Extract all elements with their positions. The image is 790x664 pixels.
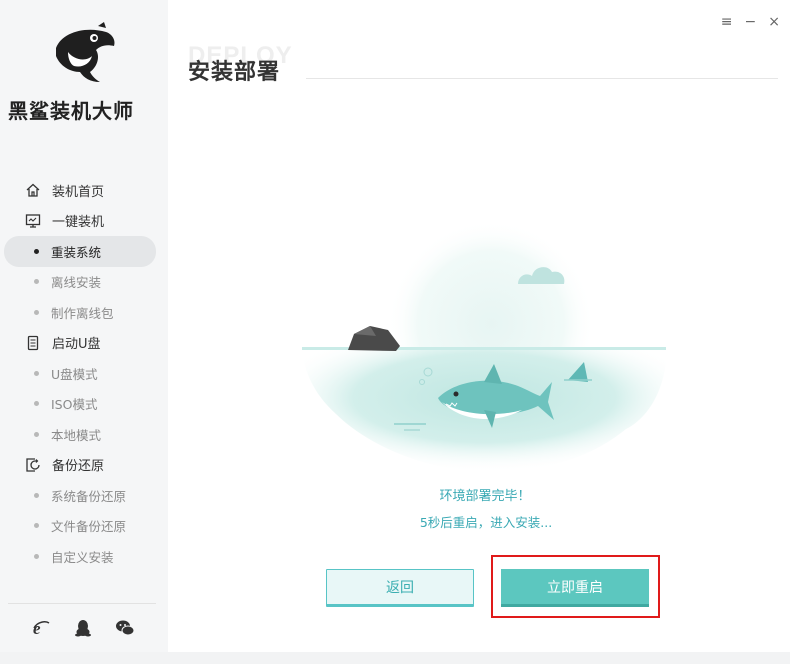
sidebar-item-11[interactable]: 文件备份还原	[0, 511, 168, 542]
bullet-dot-icon	[34, 248, 39, 254]
usb-drive-icon	[24, 335, 42, 351]
title-underline	[306, 78, 778, 79]
bullet-dot-icon	[34, 279, 39, 285]
sidebar-item-label: 系统备份还原	[51, 488, 127, 504]
home-icon	[24, 182, 42, 198]
window-controls: ≡ − ×	[721, 14, 780, 30]
bullet-dot-icon	[34, 523, 39, 529]
sidebar-section-5[interactable]: 启动U盘	[0, 328, 168, 359]
sidebar-item-label: U盘模式	[51, 366, 98, 382]
backup-restore-icon	[24, 457, 42, 473]
sidebar-section-9[interactable]: 备份还原	[0, 450, 168, 481]
sidebar-item-label: 本地模式	[51, 427, 102, 443]
restart-now-button[interactable]: 立即重启	[501, 569, 649, 607]
sidebar-item-label: ISO模式	[51, 397, 98, 413]
sidebar-item-label: 文件备份还原	[51, 519, 127, 535]
sidebar-item-3[interactable]: 离线安装	[0, 267, 168, 298]
sidebar-item-label: 离线安装	[51, 275, 102, 291]
sidebar-item-label: 备份还原	[52, 459, 105, 475]
sidebar-item-10[interactable]: 系统备份还原	[0, 480, 168, 511]
bullet-dot-icon	[34, 553, 39, 559]
sidebar-item-2[interactable]: 重装系统	[0, 236, 168, 267]
sidebar-item-6[interactable]: U盘模式	[0, 358, 168, 389]
sidebar-section-0[interactable]: 装机首页	[0, 175, 168, 206]
shark-sea-illustration	[302, 220, 667, 473]
sidebar-item-8[interactable]: 本地模式	[0, 419, 168, 450]
sidebar-item-4[interactable]: 制作离线包	[0, 297, 168, 328]
sidebar-section-1[interactable]: 一键装机	[0, 206, 168, 237]
sidebar-item-7[interactable]: ISO模式	[0, 389, 168, 420]
app-window: 黑鲨装机大师 装机首页一键装机重装系统离线安装制作离线包启动U盘 U盘模式 ISO模…	[0, 0, 790, 664]
bullet-dot-icon	[34, 492, 39, 498]
wechat-icon[interactable]	[104, 616, 146, 640]
sidebar-item-label: 自定义安装	[51, 549, 114, 565]
page-title: 安装部署	[188, 60, 281, 85]
status-message: 环境部署完毕！	[439, 489, 531, 504]
bullet-dot-icon	[34, 370, 39, 376]
sidebar-item-label: 装机首页	[52, 184, 105, 200]
sidebar: 黑鲨装机大师 装机首页一键装机重装系统离线安装制作离线包启动U盘 U盘模式 ISO模…	[0, 0, 168, 652]
countdown-message: 5秒后重启，进入安装...	[419, 515, 553, 530]
bottom-strip	[0, 652, 790, 664]
sidebar-item-label: 重装系统	[51, 244, 102, 260]
bullet-dot-icon	[34, 401, 39, 407]
bullet-dot-icon	[34, 431, 39, 437]
sidebar-item-label: 一键装机	[52, 215, 105, 231]
shark-logo-icon	[56, 22, 115, 82]
sidebar-divider	[8, 603, 156, 604]
brand-name: 黑鲨装机大师	[8, 99, 134, 123]
sidebar-item-12[interactable]: 自定义安装	[0, 541, 168, 572]
ie-browser-icon[interactable]: e	[20, 616, 62, 640]
sidebar-footer-icons: e	[20, 616, 146, 640]
menu-icon[interactable]: ≡	[721, 14, 733, 30]
close-icon[interactable]: ×	[768, 14, 780, 30]
monitor-icon	[24, 213, 42, 229]
sidebar-nav: 装机首页一键装机重装系统离线安装制作离线包启动U盘 U盘模式 ISO模式本地模式备份…	[0, 175, 168, 572]
bullet-dot-icon	[34, 309, 39, 315]
qq-penguin-icon[interactable]	[62, 616, 104, 640]
back-button[interactable]: 返回	[326, 569, 474, 607]
sidebar-item-label: 制作离线包	[51, 305, 114, 321]
sidebar-item-label: 启动U盘	[52, 337, 101, 353]
minimize-icon[interactable]: −	[745, 14, 757, 30]
